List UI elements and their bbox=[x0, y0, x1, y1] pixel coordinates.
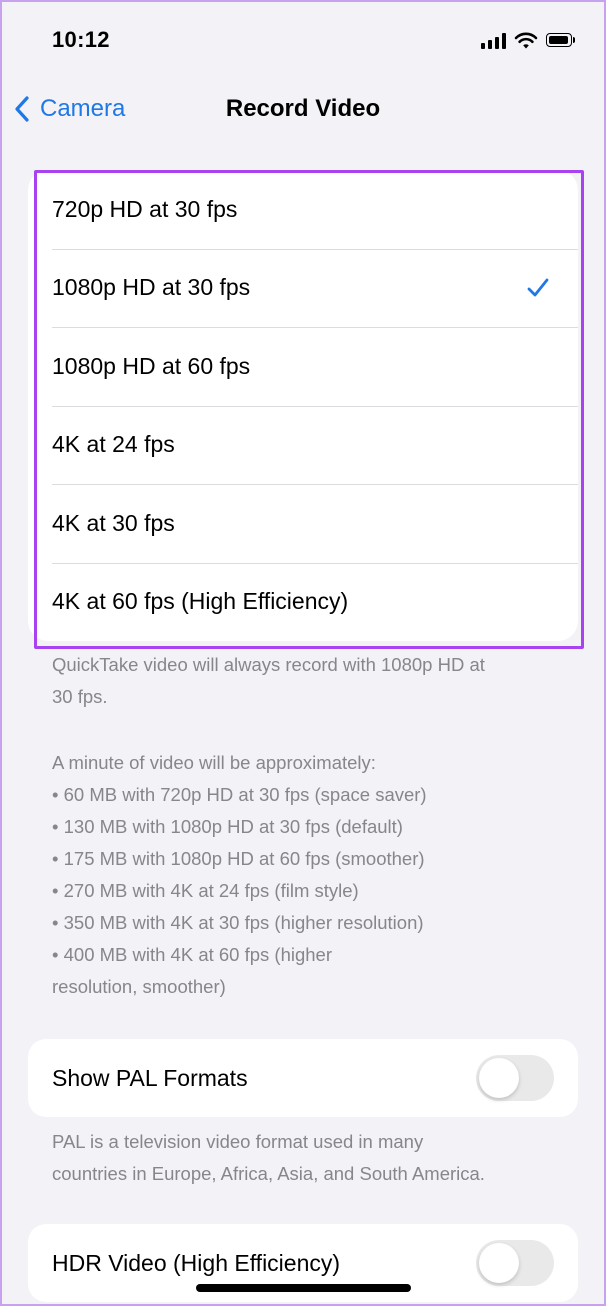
cellular-signal-icon bbox=[481, 33, 506, 49]
page-title: Record Video bbox=[225, 95, 381, 122]
hdr-video-toggle[interactable] bbox=[476, 1240, 554, 1286]
footnote-line: countries in Europe, Africa, Asia, and S… bbox=[52, 1163, 485, 1184]
toggle-knob bbox=[479, 1058, 519, 1098]
battery-icon bbox=[546, 33, 576, 49]
status-time: 10:12 bbox=[52, 27, 110, 52]
home-indicator bbox=[196, 1284, 411, 1292]
footnote-item: • 175 MB with 1080p HD at 60 fps (smooth… bbox=[52, 848, 425, 869]
file-size-footnote: A minute of video will be approximately:… bbox=[52, 747, 562, 1003]
footnote-item: • 400 MB with 4K at 60 fps (higher bbox=[52, 944, 333, 965]
wifi-icon bbox=[514, 32, 538, 49]
footnote-line: 30 fps. bbox=[52, 686, 108, 707]
footnote-line: PAL is a television video format used in… bbox=[52, 1131, 424, 1152]
status-icons bbox=[481, 30, 576, 52]
footnote-item: • 130 MB with 1080p HD at 30 fps (defaul… bbox=[52, 816, 403, 837]
pal-formats-toggle[interactable] bbox=[476, 1055, 554, 1101]
footnote-item: • 270 MB with 4K at 24 fps (film style) bbox=[52, 880, 359, 901]
pal-footnote: PAL is a television video format used in… bbox=[52, 1126, 562, 1190]
quicktake-footnote: QuickTake video will always record with … bbox=[52, 649, 562, 713]
footnote-item: resolution, smoother) bbox=[52, 976, 226, 997]
status-bar: 10:12 bbox=[0, 0, 606, 80]
hdr-video-label: HDR Video (High Efficiency) bbox=[52, 1250, 341, 1276]
options-highlight-box bbox=[34, 170, 584, 649]
footnote-line: QuickTake video will always record with … bbox=[52, 654, 485, 675]
footnote-intro: A minute of video will be approximately: bbox=[52, 752, 376, 773]
footnote-item: • 60 MB with 720p HD at 30 fps (space sa… bbox=[52, 784, 427, 805]
pal-formats-label: Show PAL Formats bbox=[52, 1065, 248, 1091]
toggle-knob bbox=[479, 1243, 519, 1283]
footnote-item: • 350 MB with 4K at 30 fps (higher resol… bbox=[52, 912, 424, 933]
pal-formats-row: Show PAL Formats bbox=[28, 1039, 578, 1117]
